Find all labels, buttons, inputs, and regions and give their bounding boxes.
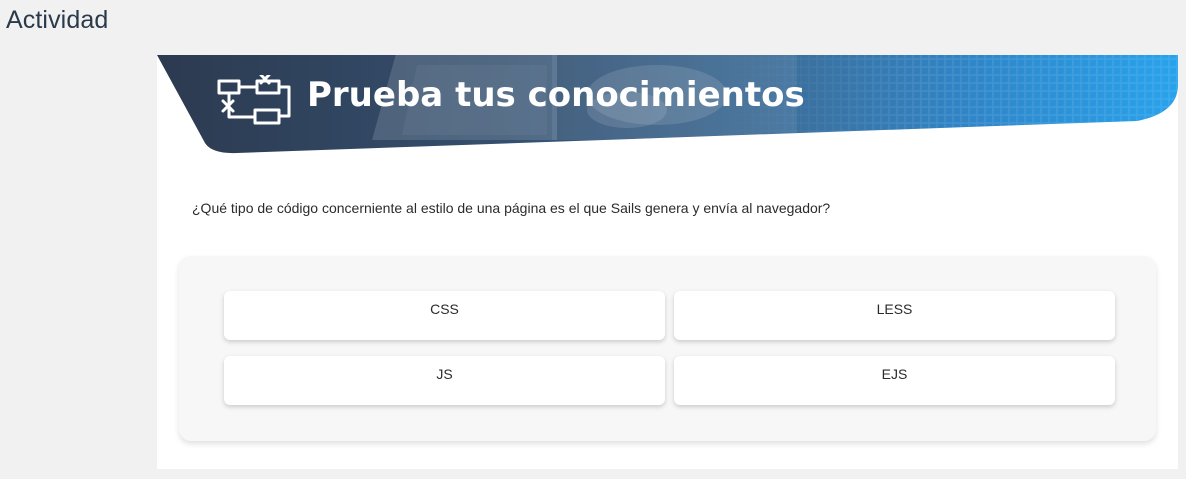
options-panel: CSS LESS JS EJS xyxy=(179,256,1156,441)
banner: Prueba tus conocimientos xyxy=(157,55,1178,155)
banner-title: Prueba tus conocimientos xyxy=(307,75,805,115)
quiz-question: ¿Qué tipo de código concerniente al esti… xyxy=(192,200,831,216)
activity-card: Prueba tus conocimientos ¿Qué tipo de có… xyxy=(157,55,1178,469)
option-js[interactable]: JS xyxy=(224,356,665,405)
option-css[interactable]: CSS xyxy=(224,291,665,340)
flowchart-icon xyxy=(215,75,293,129)
option-ejs[interactable]: EJS xyxy=(674,356,1115,405)
page-title: Actividad xyxy=(6,6,109,34)
option-less[interactable]: LESS xyxy=(674,291,1115,340)
